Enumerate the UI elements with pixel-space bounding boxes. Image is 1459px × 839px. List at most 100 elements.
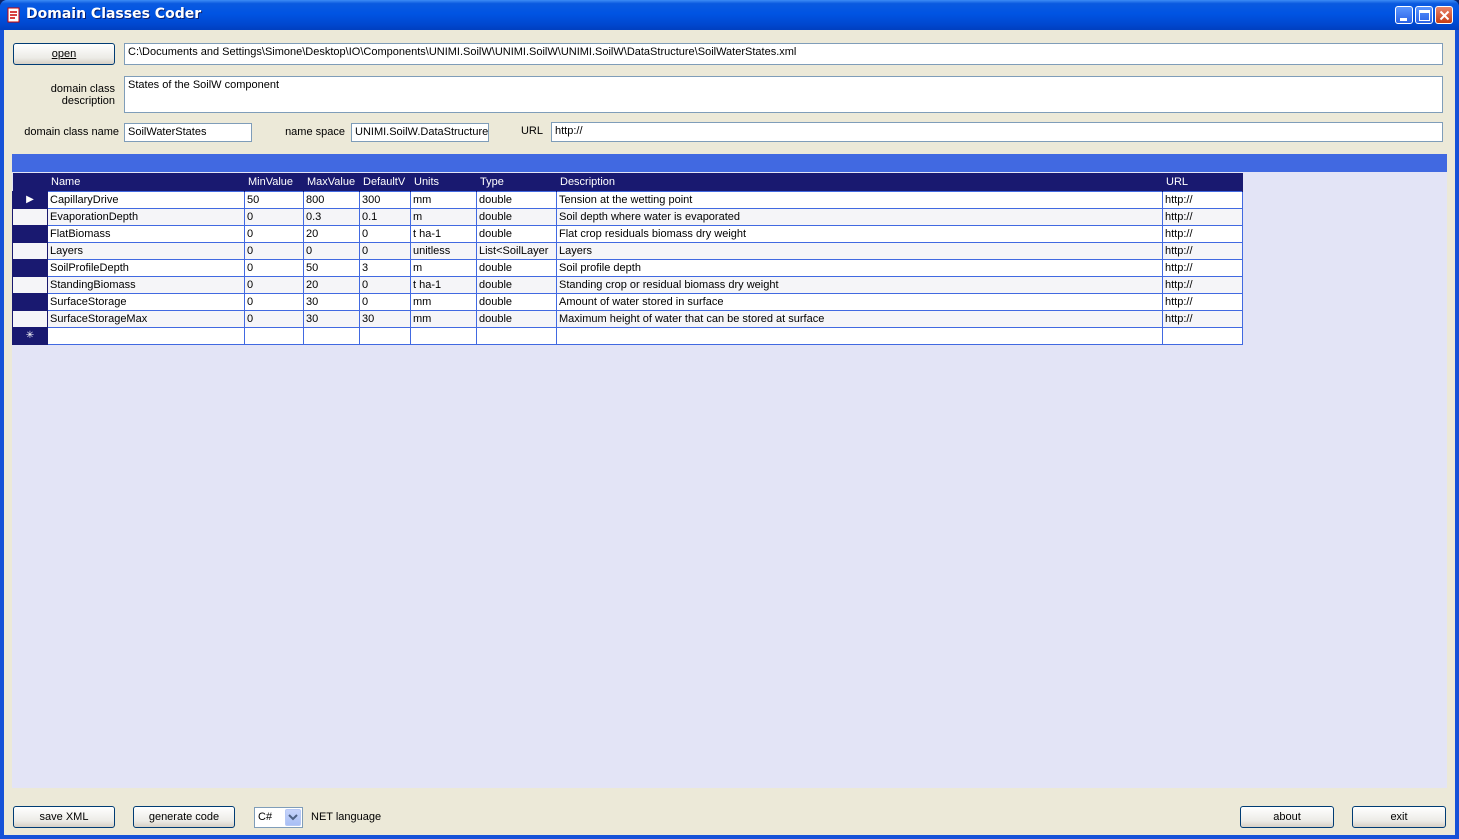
table-cell[interactable]: 30 (303, 309, 360, 328)
table-cell[interactable]: StandingBiomass (47, 275, 245, 294)
table-row[interactable]: SurfaceStorageMax 0 30 30 mm double Maximum he… (12, 309, 1243, 328)
table-cell[interactable]: 800 (303, 190, 360, 209)
column-header-description[interactable]: Description (556, 173, 1163, 191)
table-cell[interactable]: Soil depth where water is evaporated (556, 207, 1163, 226)
row-header[interactable] (12, 241, 48, 260)
row-header[interactable] (12, 258, 48, 277)
table-cell[interactable]: 0 (244, 292, 304, 311)
dropdown-button[interactable] (285, 809, 301, 826)
table-cell[interactable]: mm (410, 292, 477, 311)
table-cell[interactable]: m (410, 258, 477, 277)
table-cell[interactable]: 0.3 (303, 207, 360, 226)
table-cell[interactable]: List<SoilLayer (476, 241, 557, 260)
table-cell[interactable]: 50 (244, 190, 304, 209)
table-cell[interactable]: Maximum height of water that can be stor… (556, 309, 1163, 328)
table-cell[interactable] (359, 326, 411, 345)
table-cell[interactable]: http:// (1162, 292, 1243, 311)
close-button[interactable] (1435, 6, 1453, 24)
table-cell[interactable]: unitless (410, 241, 477, 260)
table-cell[interactable]: 3 (359, 258, 411, 277)
table-cell[interactable]: double (476, 309, 557, 328)
table-cell[interactable]: CapillaryDrive (47, 190, 245, 209)
namespace-field[interactable]: UNIMI.SoilW.DataStructure (351, 123, 489, 142)
table-cell[interactable]: 0 (359, 275, 411, 294)
save-xml-button[interactable]: save XML (13, 806, 115, 828)
new-row[interactable]: ✳ (12, 326, 1243, 345)
table-cell[interactable]: 0 (359, 224, 411, 243)
table-row[interactable]: Layers 0 0 0 unitless List<SoilLayer Layers htt… (12, 241, 1243, 260)
table-cell[interactable]: 0 (244, 275, 304, 294)
table-cell[interactable] (244, 326, 304, 345)
table-row[interactable]: StandingBiomass 0 20 0 t ha-1 double Standing … (12, 275, 1243, 294)
current-row-indicator[interactable]: ▶ (12, 190, 48, 209)
generate-code-button[interactable]: generate code (133, 806, 235, 828)
table-cell[interactable]: 30 (359, 309, 411, 328)
table-row[interactable]: SurfaceStorage 0 30 0 mm double Amount of wate… (12, 292, 1243, 311)
minimize-button[interactable] (1395, 6, 1413, 24)
table-cell[interactable]: double (476, 258, 557, 277)
file-path-field[interactable]: C:\Documents and Settings\Simone\Desktop… (124, 43, 1443, 65)
table-cell[interactable]: Soil profile depth (556, 258, 1163, 277)
table-row[interactable]: ▶ CapillaryDrive 50 800 300 mm double Tension a… (12, 190, 1243, 209)
table-cell[interactable] (1162, 326, 1243, 345)
table-cell[interactable]: 0.1 (359, 207, 411, 226)
table-cell[interactable] (47, 326, 245, 345)
table-cell[interactable]: 20 (303, 224, 360, 243)
table-cell[interactable]: 0 (359, 241, 411, 260)
column-header-maxvalue[interactable]: MaxValue (303, 173, 360, 191)
table-cell[interactable]: 0 (244, 309, 304, 328)
table-cell[interactable] (410, 326, 477, 345)
table-cell[interactable]: 0 (244, 224, 304, 243)
row-header[interactable] (12, 309, 48, 328)
table-cell[interactable]: SurfaceStorageMax (47, 309, 245, 328)
table-cell[interactable]: http:// (1162, 207, 1243, 226)
table-cell[interactable]: m (410, 207, 477, 226)
table-cell[interactable]: Layers (47, 241, 245, 260)
table-cell[interactable]: http:// (1162, 190, 1243, 209)
column-header-url[interactable]: URL (1162, 173, 1243, 191)
description-field[interactable]: States of the SoilW component (124, 76, 1443, 113)
row-header[interactable] (12, 224, 48, 243)
table-cell[interactable]: Flat crop residuals biomass dry weight (556, 224, 1163, 243)
column-header-defaultv[interactable]: DefaultV (359, 173, 411, 191)
table-cell[interactable]: http:// (1162, 224, 1243, 243)
table-cell[interactable]: Amount of water stored in surface (556, 292, 1163, 311)
table-cell[interactable]: FlatBiomass (47, 224, 245, 243)
table-cell[interactable]: Standing crop or residual biomass dry we… (556, 275, 1163, 294)
column-header-type[interactable]: Type (476, 173, 557, 191)
table-cell[interactable]: mm (410, 190, 477, 209)
column-header-minvalue[interactable]: MinValue (244, 173, 304, 191)
table-cell[interactable]: t ha-1 (410, 275, 477, 294)
table-cell[interactable] (476, 326, 557, 345)
table-row[interactable]: FlatBiomass 0 20 0 t ha-1 double Flat crop res… (12, 224, 1243, 243)
table-cell[interactable]: 0 (303, 241, 360, 260)
table-cell[interactable]: SoilProfileDepth (47, 258, 245, 277)
table-cell[interactable]: 30 (303, 292, 360, 311)
table-cell[interactable]: double (476, 207, 557, 226)
table-cell[interactable]: SurfaceStorage (47, 292, 245, 311)
maximize-button[interactable] (1415, 6, 1433, 24)
row-header[interactable] (12, 275, 48, 294)
table-cell[interactable]: double (476, 224, 557, 243)
exit-button[interactable]: exit (1352, 806, 1446, 828)
table-cell[interactable]: http:// (1162, 258, 1243, 277)
row-header[interactable] (12, 292, 48, 311)
table-cell[interactable]: http:// (1162, 241, 1243, 260)
title-bar[interactable]: Domain Classes Coder (0, 0, 1459, 30)
language-select[interactable]: C# (254, 807, 303, 828)
table-cell[interactable]: 0 (244, 258, 304, 277)
table-cell[interactable]: Layers (556, 241, 1163, 260)
table-cell[interactable]: t ha-1 (410, 224, 477, 243)
column-header-name[interactable]: Name (47, 173, 245, 191)
table-cell[interactable]: double (476, 190, 557, 209)
class-name-field[interactable]: SoilWaterStates (124, 123, 252, 142)
table-cell[interactable]: 50 (303, 258, 360, 277)
table-cell[interactable]: http:// (1162, 309, 1243, 328)
url-field[interactable]: http:// (551, 122, 1443, 142)
table-cell[interactable]: 0 (244, 207, 304, 226)
data-grid[interactable]: Name MinValue MaxValue DefaultV Units Type Des… (12, 154, 1447, 788)
table-cell[interactable]: mm (410, 309, 477, 328)
table-row[interactable]: SoilProfileDepth 0 50 3 m double Soil profile … (12, 258, 1243, 277)
table-cell[interactable]: Tension at the wetting point (556, 190, 1163, 209)
row-header[interactable] (12, 207, 48, 226)
